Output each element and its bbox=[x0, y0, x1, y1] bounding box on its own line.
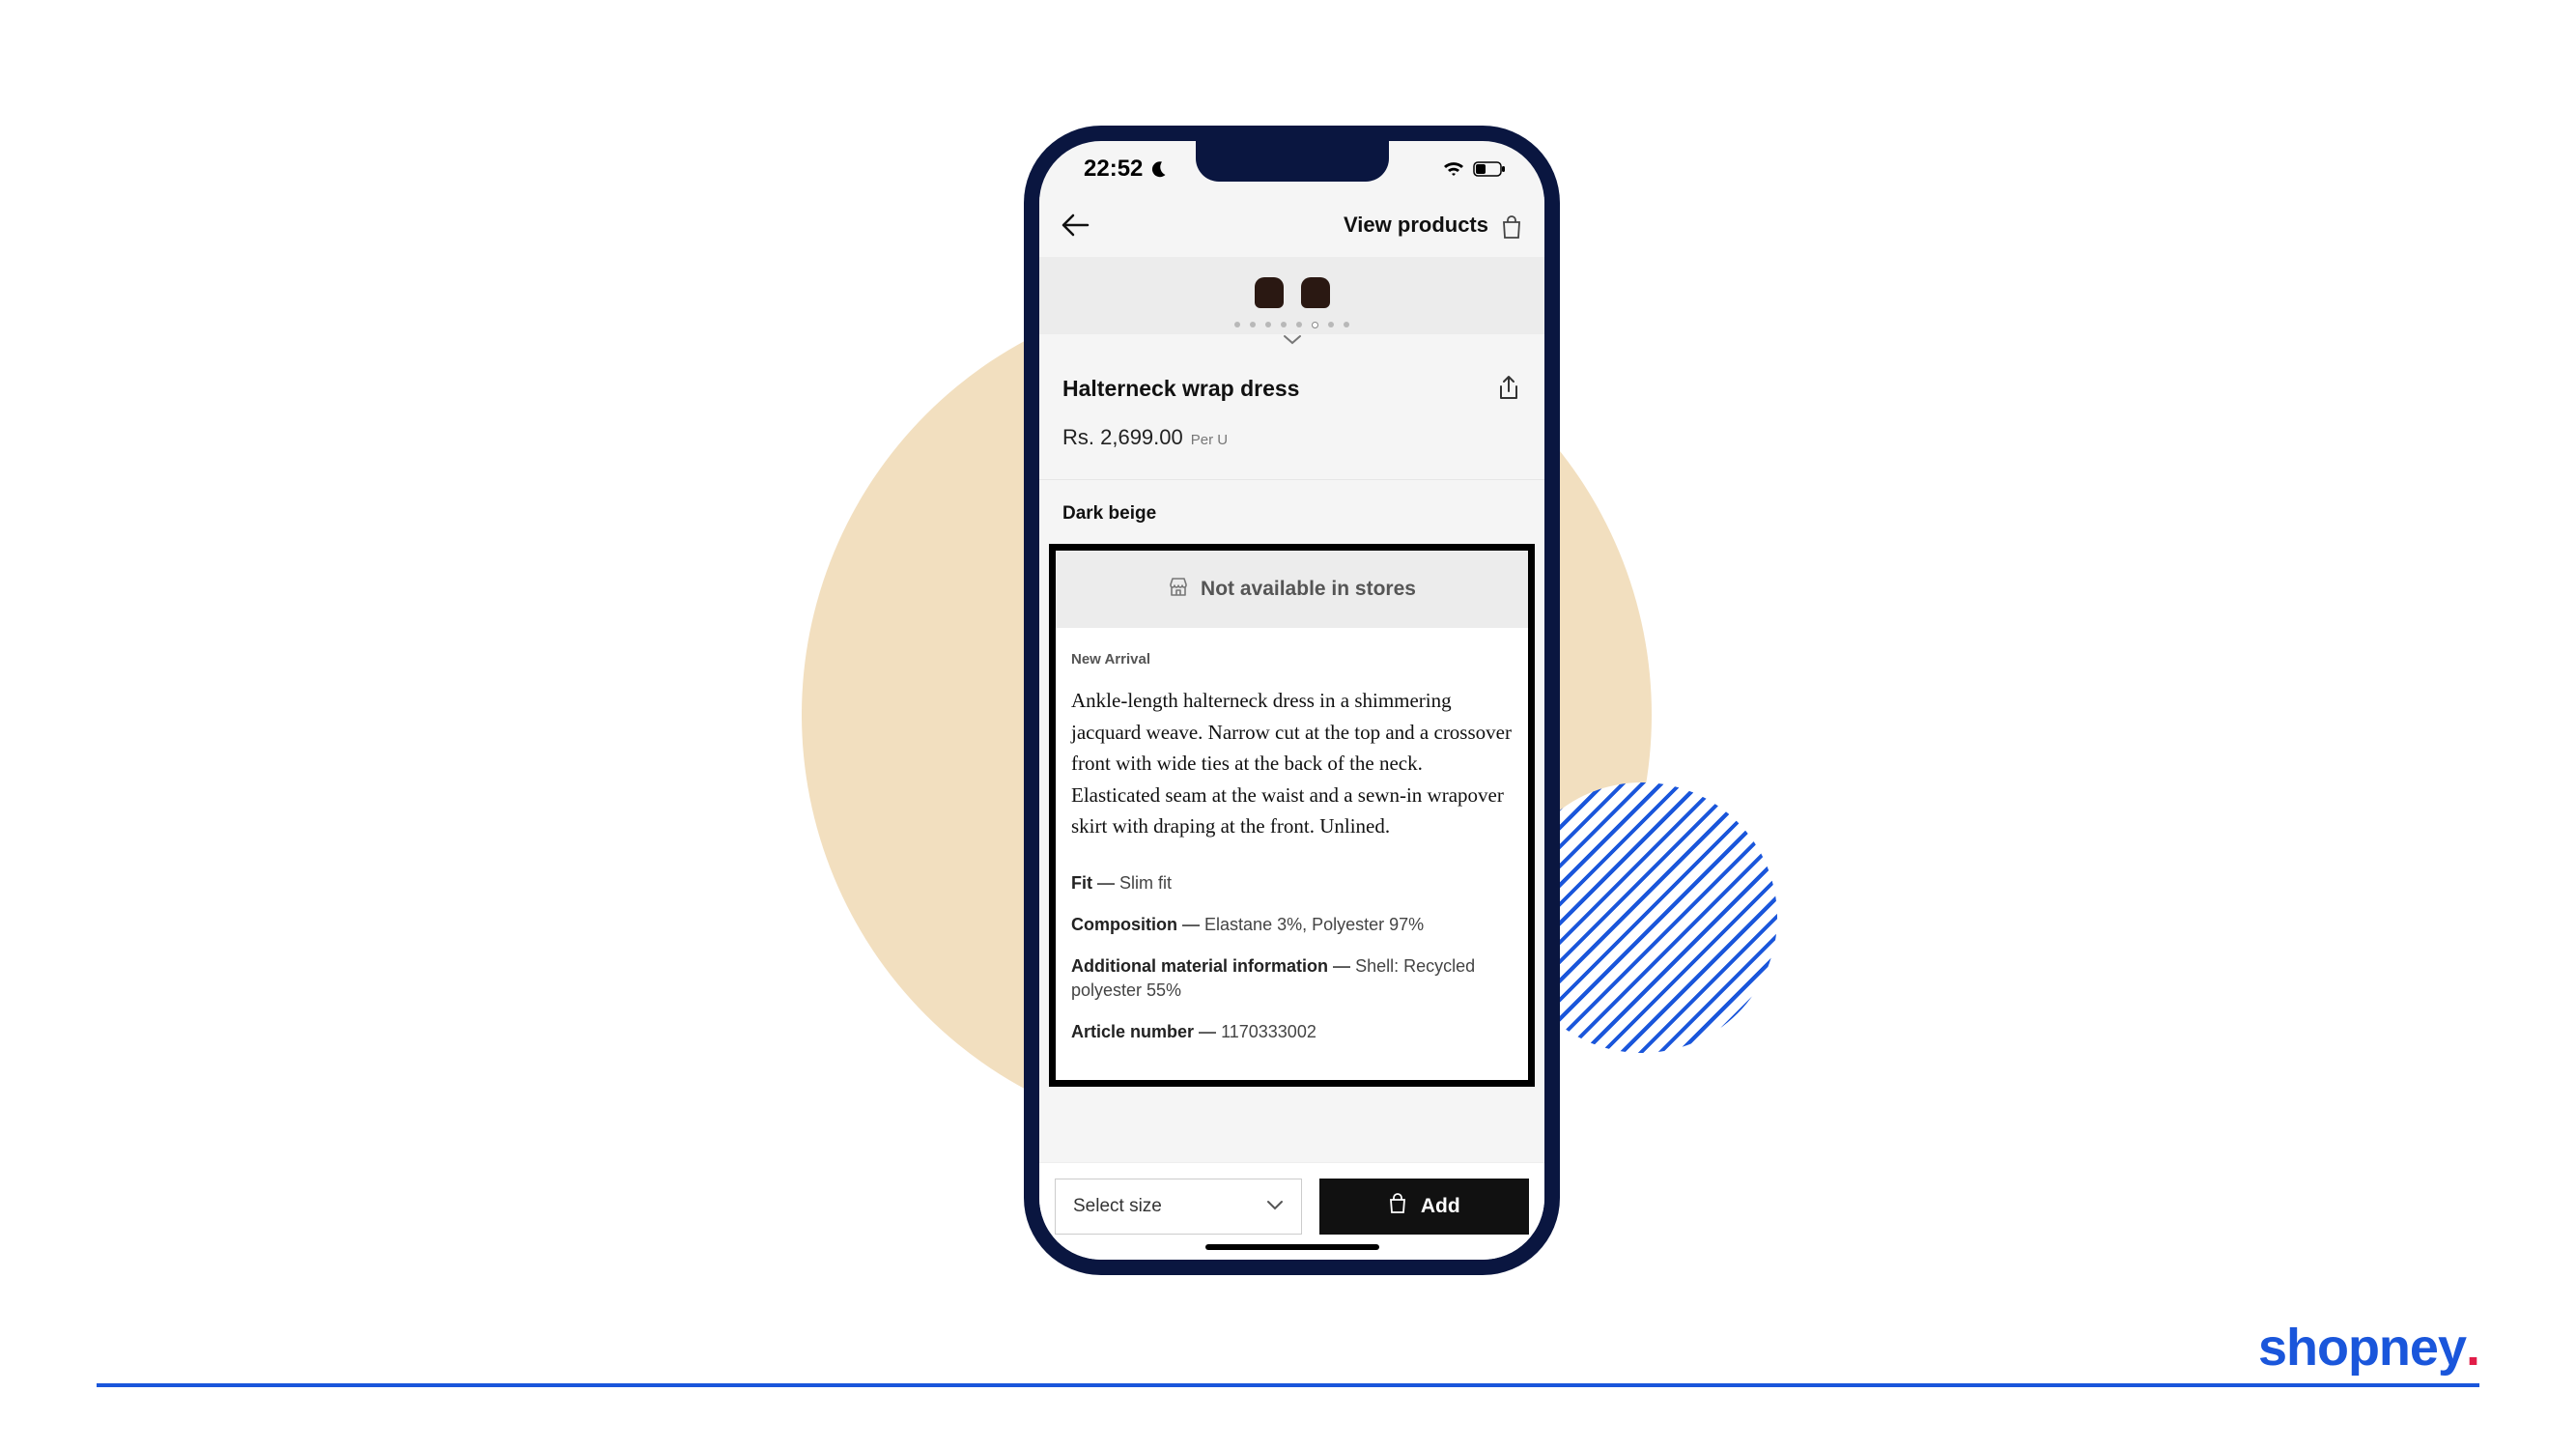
carousel-dot[interactable] bbox=[1250, 322, 1256, 327]
availability-banner: Not available in stores bbox=[1056, 551, 1528, 628]
expand-image-chevron[interactable] bbox=[1039, 334, 1544, 354]
details-section: New Arrival Ankle-length halterneck dres… bbox=[1056, 628, 1528, 1080]
carousel-dot[interactable] bbox=[1265, 322, 1271, 327]
bag-icon bbox=[1388, 1193, 1407, 1220]
spec-fit-value: Slim fit bbox=[1119, 873, 1172, 893]
color-label: Dark beige bbox=[1039, 480, 1544, 532]
spec-material: Additional material information — Shell:… bbox=[1071, 954, 1513, 1003]
brand-logo: shopney. bbox=[2231, 1318, 2479, 1378]
share-icon[interactable] bbox=[1496, 375, 1521, 402]
spec-article: Article number — 1170333002 bbox=[1071, 1020, 1513, 1044]
size-select[interactable]: Select size bbox=[1055, 1179, 1302, 1235]
spec-composition: Composition — Elastane 3%, Polyester 97% bbox=[1071, 913, 1513, 937]
bag-icon[interactable] bbox=[1500, 214, 1523, 244]
spec-composition-label: Composition bbox=[1071, 915, 1177, 934]
battery-icon bbox=[1473, 161, 1506, 177]
product-price: Rs. 2,699.00 bbox=[1062, 425, 1183, 450]
product-image-preview bbox=[1255, 277, 1330, 308]
product-description: Ankle-length halterneck dress in a shimm… bbox=[1071, 685, 1513, 842]
spec-fit-label: Fit bbox=[1071, 873, 1092, 893]
brand-underline bbox=[97, 1383, 2479, 1387]
chevron-down-icon bbox=[1266, 1196, 1284, 1217]
brand-name: shopney bbox=[2258, 1318, 2466, 1378]
price-row: Rs. 2,699.00 Per U bbox=[1039, 408, 1544, 454]
highlighted-details-box: Not available in stores New Arrival Ankl… bbox=[1049, 544, 1535, 1087]
status-right bbox=[1442, 160, 1506, 178]
view-products-label[interactable]: View products bbox=[1344, 213, 1488, 238]
new-arrival-badge: New Arrival bbox=[1071, 651, 1513, 668]
store-icon bbox=[1168, 576, 1189, 603]
spec-composition-value: Elastane 3%, Polyester 97% bbox=[1204, 915, 1424, 934]
carousel-dot-active[interactable] bbox=[1312, 322, 1318, 328]
spec-article-value: 1170333002 bbox=[1221, 1022, 1316, 1041]
carousel-dot[interactable] bbox=[1296, 322, 1302, 327]
status-left: 22:52 bbox=[1084, 156, 1168, 183]
brand-dot: . bbox=[2466, 1318, 2479, 1378]
availability-text: Not available in stores bbox=[1201, 578, 1416, 601]
product-title: Halterneck wrap dress bbox=[1062, 376, 1299, 402]
do-not-disturb-icon bbox=[1148, 159, 1168, 179]
spec-fit: Fit — Slim fit bbox=[1071, 871, 1513, 895]
back-arrow-icon[interactable] bbox=[1061, 213, 1090, 237]
size-select-label: Select size bbox=[1073, 1196, 1162, 1217]
home-indicator[interactable] bbox=[1205, 1244, 1379, 1250]
phone-mockup: 22:52 View products bbox=[1024, 126, 1560, 1275]
carousel-dots[interactable] bbox=[1234, 322, 1349, 328]
product-title-row: Halterneck wrap dress bbox=[1039, 354, 1544, 408]
carousel-dot[interactable] bbox=[1234, 322, 1240, 327]
app-header: View products bbox=[1039, 197, 1544, 257]
carousel-dot[interactable] bbox=[1344, 322, 1349, 327]
carousel-dot[interactable] bbox=[1328, 322, 1334, 327]
spec-article-label: Article number bbox=[1071, 1022, 1194, 1041]
wifi-icon bbox=[1442, 160, 1465, 178]
add-button-label: Add bbox=[1421, 1195, 1460, 1218]
phone-screen: 22:52 View products bbox=[1039, 141, 1544, 1260]
price-unit: Per U bbox=[1191, 432, 1228, 448]
status-time: 22:52 bbox=[1084, 156, 1143, 183]
spec-material-label: Additional material information bbox=[1071, 956, 1328, 976]
carousel-dot[interactable] bbox=[1281, 322, 1287, 327]
phone-notch bbox=[1196, 141, 1389, 182]
add-button[interactable]: Add bbox=[1319, 1179, 1530, 1235]
product-image[interactable] bbox=[1039, 257, 1544, 334]
